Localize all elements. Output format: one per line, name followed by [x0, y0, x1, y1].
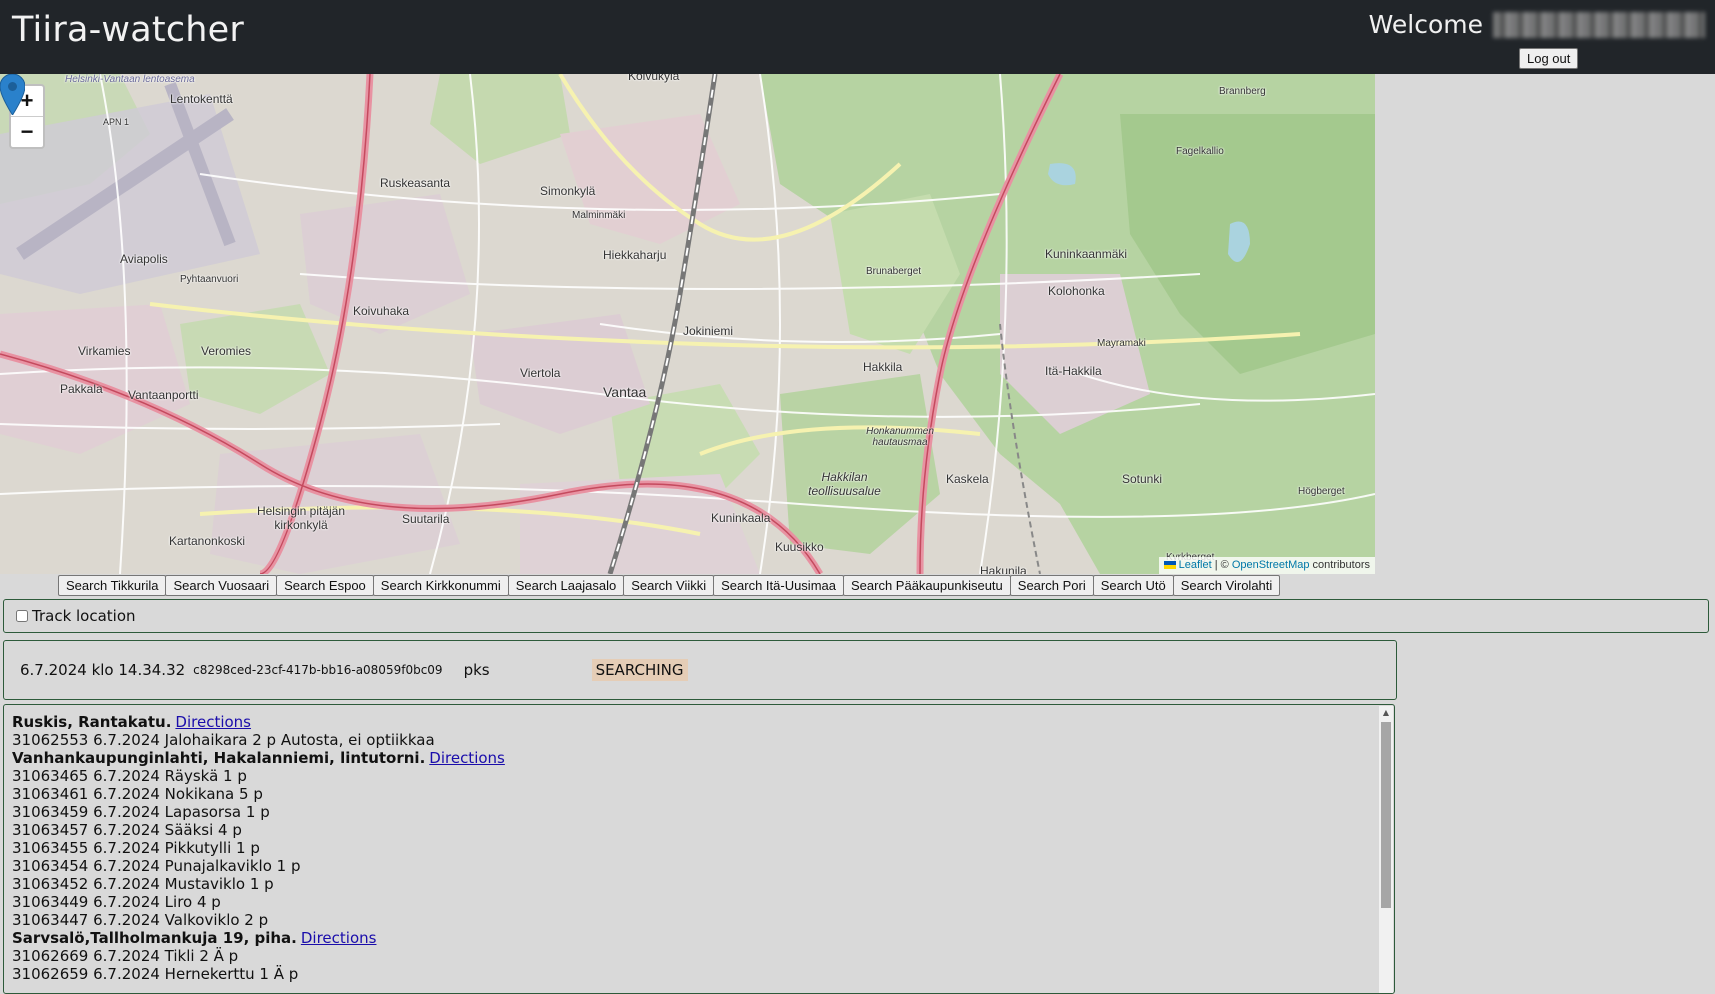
map-label: Ruskeasanta: [380, 176, 451, 190]
map-label: Koivuhaka: [353, 304, 410, 318]
map-label: Kuusikko: [775, 540, 824, 554]
map-label: Hakkilan teollisuusalue: [808, 470, 881, 498]
top-bar: Tiira-watcher Welcome Log out: [0, 0, 1715, 74]
map-label: Kuninkaala: [711, 511, 771, 525]
sighting-item: 31063459 6.7.2024 Lapasorsa 1 p: [12, 803, 270, 821]
osm-link[interactable]: OpenStreetMap: [1232, 559, 1310, 571]
attribution-separator: | ©: [1211, 559, 1232, 571]
track-location-checkbox[interactable]: [16, 610, 28, 622]
map-label: Hakkila: [863, 360, 903, 374]
app-title: Tiira-watcher: [12, 10, 244, 50]
search-uto-button[interactable]: Search Utö: [1092, 575, 1174, 596]
map-marker-icon[interactable]: [0, 74, 25, 115]
map-label: Kuninkaanmäki: [1045, 247, 1128, 261]
sighting-item: 31062553 6.7.2024 Jalohaikara 2 p Autost…: [12, 731, 435, 749]
status-timestamp: 6.7.2024 klo 14.34.32: [20, 661, 186, 679]
search-tikkurila-button[interactable]: Search Tikkurila: [58, 575, 167, 596]
welcome-label: Welcome: [1368, 10, 1483, 39]
map-label: Vantaa: [603, 384, 647, 400]
directions-link[interactable]: Directions: [301, 929, 377, 947]
map-label: Aviapolis: [120, 252, 168, 266]
map-attribution: Leaflet | © OpenStreetMap contributors: [1158, 557, 1375, 574]
location-group: Vanhankaupunginlahti, Hakalanniemi, lint…: [12, 749, 1374, 767]
map-label: Kartanonkoski: [169, 534, 246, 548]
sightings-list[interactable]: Ruskis, Rantakatu. Directions 31062553 6.…: [3, 704, 1395, 994]
location-name: Sarvsalö,Tallholmankuja 19, piha.: [12, 929, 297, 947]
map-label: Hakunila: [980, 564, 1027, 574]
sighting-item: 31063449 6.7.2024 Liro 4 p: [12, 893, 221, 911]
search-virolahti-button[interactable]: Search Virolahti: [1172, 575, 1281, 596]
map-label: APN 1: [103, 117, 130, 127]
map[interactable]: Helsinki-Vantaan lentoasema Lentokenttä …: [0, 74, 1375, 574]
map-label: Virkamies: [78, 344, 131, 358]
map-label: Malminmäki: [572, 210, 626, 221]
redacted-username: [1493, 11, 1705, 38]
map-label: Mayramaki: [1097, 338, 1146, 349]
map-label: Hiekkaharju: [603, 248, 667, 262]
search-pori-button[interactable]: Search Pori: [1009, 575, 1094, 596]
map-label: Pakkala: [60, 382, 103, 396]
zoom-out-button[interactable]: −: [11, 116, 43, 147]
sighting-item: 31063465 6.7.2024 Räyskä 1 p: [12, 767, 247, 785]
track-location-label: Track location: [32, 607, 136, 625]
map-label: Helsingin pitäjän kirkonkylä: [256, 504, 346, 532]
map-label: Brannberg: [1219, 86, 1266, 97]
map-label: Helsinki-Vantaan lentoasema: [65, 74, 195, 85]
search-button-row: Search Tikkurila Search Vuosaari Search …: [58, 575, 1281, 596]
map-label: Kaskela: [946, 472, 989, 486]
map-label: Veromies: [201, 344, 252, 358]
results-scrollbar[interactable]: ▲: [1379, 706, 1393, 993]
location-name: Ruskis, Rantakatu.: [12, 713, 172, 731]
sighting-item: 31062669 6.7.2024 Tikli 2 Ä p: [12, 947, 239, 965]
location-group: Sarvsalö,Tallholmankuja 19, piha. Directi…: [12, 929, 1374, 947]
sighting-item: 31063452 6.7.2024 Mustaviklo 1 p: [12, 875, 274, 893]
search-kirkkonummi-button[interactable]: Search Kirkkonummi: [372, 575, 509, 596]
map-label: Viertola: [520, 366, 561, 380]
ukraine-flag-icon: [1163, 561, 1176, 570]
map-label: Lentokenttä: [170, 92, 233, 106]
location-group: Ruskis, Rantakatu. Directions: [12, 713, 1374, 731]
sighting-item: 31063461 6.7.2024 Nokikana 5 p: [12, 785, 263, 803]
map-label: Honkanummen hautausmaa: [866, 426, 934, 448]
map-label: Sotunki: [1122, 472, 1163, 486]
attribution-suffix: contributors: [1309, 559, 1370, 571]
track-location-panel: Track location: [3, 599, 1709, 633]
directions-link[interactable]: Directions: [175, 713, 251, 731]
search-espoo-button[interactable]: Search Espoo: [276, 575, 374, 596]
map-label: Suutarila: [402, 512, 450, 526]
search-ita-uusimaa-button[interactable]: Search Itä-Uusimaa: [713, 575, 844, 596]
logout-button[interactable]: Log out: [1519, 48, 1579, 69]
leaflet-link[interactable]: Leaflet: [1179, 559, 1212, 571]
map-label: Koivukylä: [628, 74, 680, 83]
status-badge: SEARCHING: [591, 659, 688, 681]
map-label: Fagelkallio: [1176, 146, 1224, 157]
search-laajasalo-button[interactable]: Search Laajasalo: [507, 575, 625, 596]
welcome-text: Welcome: [1369, 10, 1705, 39]
status-region: pks: [463, 661, 490, 679]
sighting-item: 31063455 6.7.2024 Pikkutylli 1 p: [12, 839, 260, 857]
location-name: Vanhankaupunginlahti, Hakalanniemi, lint…: [12, 749, 426, 767]
map-label: Simonkylä: [540, 184, 596, 198]
search-vuosaari-button[interactable]: Search Vuosaari: [165, 575, 278, 596]
map-label: Itä-Hakkila: [1045, 364, 1102, 378]
status-request-id: c8298ced-23cf-417b-bb16-a08059f0bc09: [193, 663, 443, 677]
map-label: Kolohonka: [1048, 284, 1105, 298]
sighting-item: 31062659 6.7.2024 Hernekerttu 1 Ä p: [12, 965, 299, 983]
sighting-item: 31063457 6.7.2024 Sääksi 4 p: [12, 821, 242, 839]
scrollbar-thumb[interactable]: [1381, 722, 1391, 908]
sighting-item: 31063454 6.7.2024 Punajalkaviklo 1 p: [12, 857, 301, 875]
map-label: Brunaberget: [866, 266, 922, 277]
search-viikki-button[interactable]: Search Viikki: [623, 575, 715, 596]
directions-link[interactable]: Directions: [429, 749, 505, 767]
search-paakaupunkiseutu-button[interactable]: Search Pääkaupunkiseutu: [843, 575, 1011, 596]
scroll-up-icon[interactable]: ▲: [1379, 706, 1393, 720]
map-label: Jokiniemi: [683, 324, 734, 338]
map-label: Pyhtaanvuori: [180, 274, 239, 285]
search-status-panel: 6.7.2024 klo 14.34.32 c8298ced-23cf-417b…: [3, 640, 1397, 700]
map-label: Högberget: [1298, 486, 1345, 497]
map-label: Vantaanportti: [128, 388, 199, 402]
sighting-item: 31063447 6.7.2024 Valkoviklo 2 p: [12, 911, 269, 929]
